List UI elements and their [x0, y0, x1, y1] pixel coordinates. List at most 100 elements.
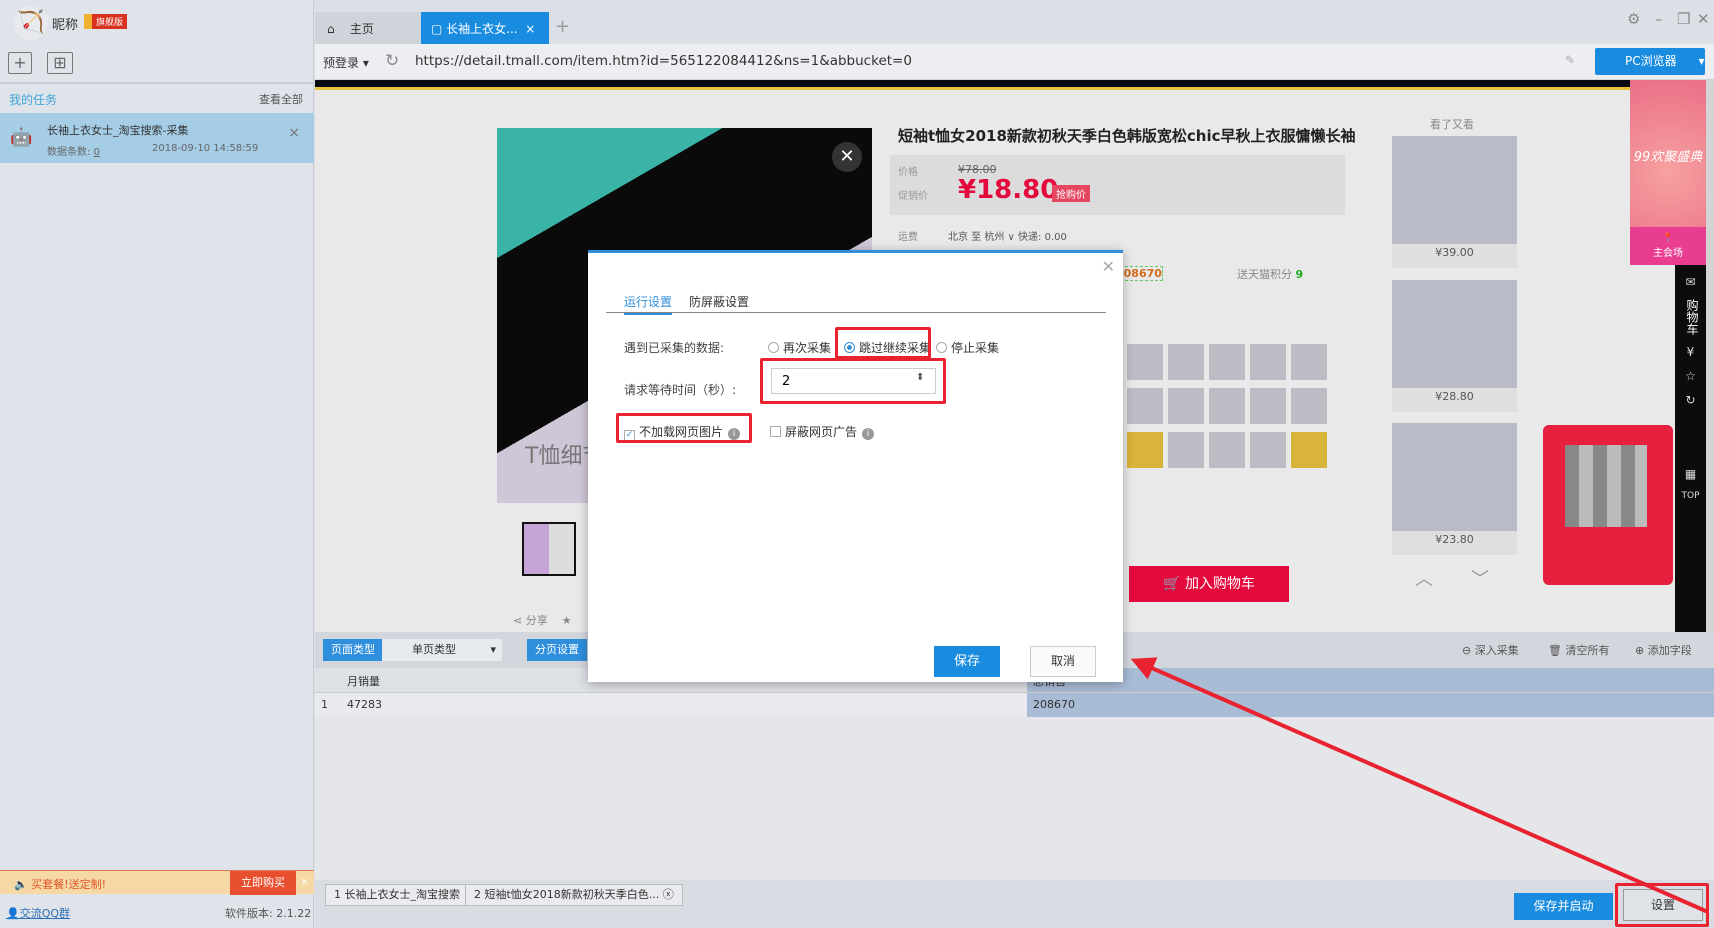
view-all-link[interactable]: 查看全部: [259, 91, 303, 107]
checkbox-icon[interactable]: [770, 426, 781, 437]
sku-option[interactable]: [1168, 432, 1204, 468]
star-icon[interactable]: ☆: [1675, 369, 1706, 383]
recommend-image: [1392, 423, 1517, 531]
close-icon[interactable]: ⓧ: [663, 888, 674, 901]
history-icon[interactable]: ↻: [1675, 393, 1706, 407]
task-count[interactable]: 0: [94, 147, 100, 158]
chevron-down-icon[interactable]: ▾: [1698, 54, 1704, 68]
radio-icon[interactable]: [768, 342, 779, 353]
banner-text: 99欢聚盛典: [1633, 150, 1703, 165]
sku-option[interactable]: [1250, 388, 1286, 424]
recommend-item[interactable]: ¥39.00: [1392, 136, 1517, 268]
sku-option[interactable]: [1209, 432, 1245, 468]
save-and-start-button[interactable]: 保存并启动: [1514, 893, 1613, 920]
highlight-box: [760, 358, 946, 404]
new-task-icon[interactable]: +: [8, 52, 32, 74]
radio-recollect[interactable]: 再次采集: [768, 339, 831, 356]
table-row[interactable]: 1 47283 208670: [315, 692, 1714, 717]
job-tab[interactable]: 2 短袖t恤女2018新款初秋天季白色... ⓧ: [465, 884, 683, 906]
qr-code: [1565, 445, 1647, 527]
restore-button[interactable]: ❐: [1677, 10, 1690, 28]
sku-option[interactable]: [1209, 344, 1245, 380]
site-header: [315, 80, 1630, 90]
sku-option[interactable]: [1168, 344, 1204, 380]
cancel-button[interactable]: 取消: [1030, 646, 1096, 677]
sku-option[interactable]: [1127, 432, 1163, 468]
sku-option[interactable]: [1291, 432, 1327, 468]
close-window-button[interactable]: ✕: [1697, 10, 1710, 28]
recommend-item[interactable]: ¥28.80: [1392, 280, 1517, 412]
column-header-highlight[interactable]: 总销售: [1027, 668, 1714, 692]
settings-icon[interactable]: ⚙: [1627, 10, 1640, 28]
sku-grid: [1127, 344, 1337, 476]
add-field-button[interactable]: ⊕ 添加字段: [1635, 642, 1692, 658]
version: 软件版本: 2.1.22: [225, 907, 312, 920]
recommend-nav[interactable]: ︿﹀: [1415, 565, 1527, 591]
chevron-up-icon[interactable]: ︿: [1415, 569, 1471, 590]
close-icon[interactable]: ×: [300, 875, 309, 888]
sku-option[interactable]: [1127, 388, 1163, 424]
new-folder-icon[interactable]: ⊞: [47, 52, 73, 74]
task-item[interactable]: 🤖 长袖上衣女士_淘宝搜索-采集 数据条数: 0 2018-09-10 14:5…: [0, 113, 314, 163]
tab-active[interactable]: ▢ 长袖上衣女... ×: [421, 12, 549, 44]
qr-code-image: [1543, 425, 1673, 585]
qr-icon[interactable]: ▦: [1675, 467, 1706, 481]
sku-option[interactable]: [1250, 432, 1286, 468]
close-icon[interactable]: ✕: [832, 142, 862, 172]
page-scrollbar[interactable]: [1706, 80, 1714, 632]
block-ads-checkbox[interactable]: 屏蔽网页广告 i: [770, 423, 875, 440]
buy-now-button[interactable]: 立即购买: [230, 871, 296, 895]
chevron-down-icon[interactable]: ﹀: [1471, 569, 1527, 590]
radio-stop[interactable]: 停止采集: [936, 339, 999, 356]
cart-link[interactable]: 购物车: [1684, 299, 1701, 335]
task-time: 2018-09-10 14:58:59: [152, 143, 259, 154]
edit-icon[interactable]: ✎: [1565, 53, 1575, 67]
promo-banner[interactable]: 99欢聚盛典 📍 主会场: [1630, 80, 1706, 265]
sku-option[interactable]: [1209, 388, 1245, 424]
tab-anti-block[interactable]: 防屏蔽设置: [689, 293, 749, 310]
qq-group-link[interactable]: 👤交流QQ群: [6, 905, 70, 921]
pc-browser-button[interactable]: PC浏览器 ▾: [1595, 48, 1705, 75]
tab-run-settings[interactable]: 运行设置: [624, 293, 673, 315]
reload-icon[interactable]: ↻: [385, 51, 399, 71]
new-tab-button[interactable]: +: [555, 16, 570, 37]
tab-label: 主页: [349, 22, 374, 36]
run-settings-dialog: ✕ 运行设置 防屏蔽设置 遇到已采集的数据: 再次采集 跳过继续采集 停止采集 …: [588, 250, 1123, 682]
url-input[interactable]: https://detail.tmall.com/item.htm?id=565…: [415, 53, 912, 69]
recommend-item[interactable]: ¥23.80: [1392, 423, 1517, 555]
clear-all-button[interactable]: 🗑 清空所有: [1548, 642, 1609, 658]
coupon-icon[interactable]: ¥: [1675, 345, 1706, 359]
tab-home[interactable]: ⌂ 主页: [315, 12, 421, 44]
shipping-value[interactable]: 北京 至 杭州 ∨ 快递: 0.00: [948, 232, 1067, 243]
pre-login-dropdown[interactable]: 预登录 ▾: [323, 54, 369, 71]
job-tab[interactable]: 1 长袖上衣女士_淘宝搜索: [325, 884, 469, 906]
deep-collect-button[interactable]: ⊖ 深入采集: [1462, 642, 1519, 658]
close-icon[interactable]: ✕: [1102, 257, 1115, 276]
avatar[interactable]: 🏹: [14, 6, 48, 40]
promo-text: 买套餐!送定制!: [31, 878, 107, 891]
product-thumbnail[interactable]: [522, 522, 576, 576]
status-bar: 1 长袖上衣女士_淘宝搜索 2 短袖t恤女2018新款初秋天季白色... ⓧ 保…: [315, 880, 1714, 928]
sku-option[interactable]: [1291, 344, 1327, 380]
sku-option[interactable]: [1291, 388, 1327, 424]
sku-option[interactable]: [1250, 344, 1286, 380]
radio-icon[interactable]: [936, 342, 947, 353]
sku-option[interactable]: [1168, 388, 1204, 424]
sku-option[interactable]: [1127, 344, 1163, 380]
table-cell-highlight: 208670: [1027, 693, 1714, 717]
add-to-cart-button[interactable]: 🛒 加入购物车: [1129, 566, 1289, 602]
minimize-button[interactable]: –: [1655, 10, 1663, 28]
save-button[interactable]: 保存: [934, 646, 1000, 677]
share-link[interactable]: ⋖ 分享 ★: [513, 612, 572, 628]
mail-icon[interactable]: ✉: [1675, 275, 1706, 289]
page-type-select[interactable]: 单页类型 ▾: [382, 639, 502, 661]
close-tab-icon[interactable]: ×: [525, 22, 535, 36]
close-icon[interactable]: ×: [288, 125, 300, 141]
table-cell: 208670: [1033, 698, 1075, 711]
pagination-settings-button[interactable]: 分页设置: [527, 639, 587, 661]
qq-label[interactable]: 交流QQ群: [20, 907, 70, 920]
column-header[interactable]: 月销量: [347, 673, 380, 689]
clear-label: 清空所有: [1565, 644, 1610, 657]
top-button[interactable]: TOP: [1675, 491, 1706, 501]
info-icon[interactable]: i: [862, 428, 875, 440]
